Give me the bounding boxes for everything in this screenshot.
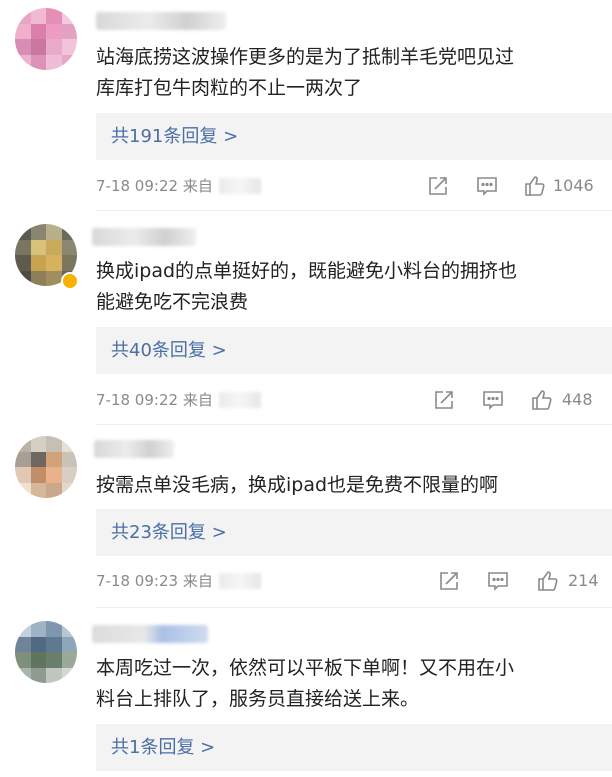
like-count: 1046 <box>553 176 594 195</box>
comment-text-line: 能避免吃不完浪费 <box>96 291 249 313</box>
timestamp: 7-18 09:22 来自 <box>96 391 213 409</box>
username-redacted[interactable] <box>92 625 208 643</box>
username-redacted[interactable] <box>96 12 226 30</box>
thumbs-up-icon[interactable] <box>530 388 554 412</box>
verified-badge-icon <box>61 272 79 290</box>
view-replies-link[interactable]: 共191条回复 > <box>96 113 612 160</box>
share-icon[interactable] <box>437 569 461 593</box>
share-icon[interactable] <box>426 174 450 198</box>
view-replies-link[interactable]: 共1条回复 > <box>96 724 612 771</box>
avatar[interactable] <box>15 8 77 70</box>
source-redacted <box>219 392 261 408</box>
like-count: 448 <box>562 390 593 409</box>
comment-text: 本周吃过一次，依然可以平板下单啊！又不用在小 料台上排队了，服务员直接给送上来。 <box>96 653 596 715</box>
comment-text-line: 按需点单没毛病，换成ipad也是免费不限量的啊 <box>96 474 499 496</box>
comment-text-line: 本周吃过一次，依然可以平板下单啊！又不用在小 <box>96 657 515 679</box>
comment-icon[interactable] <box>486 569 510 593</box>
share-icon[interactable] <box>432 388 456 412</box>
comment-text: 按需点单没毛病，换成ipad也是免费不限量的啊 <box>96 470 596 501</box>
comment-meta: 7-18 09:22 来自 1046 <box>96 174 612 198</box>
comment-item: 换成ipad的点单挺好的，既能避免小料台的拥挤也 能避免吃不完浪费 共40条回复… <box>0 212 612 426</box>
comment-item: 站海底捞这波操作更多的是为了抵制羊毛党吧见过 库库打包牛肉粒的不止一两次了 共1… <box>0 0 612 212</box>
avatar[interactable] <box>15 621 77 683</box>
view-replies-link[interactable]: 共40条回复 > <box>96 327 612 374</box>
comment-item: 按需点单没毛病，换成ipad也是免费不限量的啊 共23条回复 > 7-18 09… <box>0 426 612 609</box>
username-redacted[interactable] <box>94 440 174 458</box>
divider <box>96 210 612 211</box>
like-count: 214 <box>568 571 599 590</box>
comment-meta: 7-18 09:23 来自 214 <box>96 569 612 593</box>
source-redacted <box>219 573 261 589</box>
comment-icon[interactable] <box>481 388 505 412</box>
comment-text-line: 站海底捞这波操作更多的是为了抵制羊毛党吧见过 <box>96 46 515 68</box>
comment-text: 站海底捞这波操作更多的是为了抵制羊毛党吧见过 库库打包牛肉粒的不止一两次了 <box>96 42 596 104</box>
comment-text: 换成ipad的点单挺好的，既能避免小料台的拥挤也 能避免吃不完浪费 <box>96 256 596 318</box>
view-replies-link[interactable]: 共23条回复 > <box>96 509 612 556</box>
divider <box>96 607 612 608</box>
comment-text-line: 料台上排队了，服务员直接给送上来。 <box>96 688 420 710</box>
divider <box>96 424 612 425</box>
avatar[interactable] <box>15 436 77 498</box>
thumbs-up-icon[interactable] <box>523 174 547 198</box>
comment-text-line: 换成ipad的点单挺好的，既能避免小料台的拥挤也 <box>96 260 518 282</box>
username-redacted[interactable] <box>92 228 196 246</box>
timestamp: 7-18 09:22 来自 <box>96 177 213 195</box>
thumbs-up-icon[interactable] <box>536 569 560 593</box>
comment-icon[interactable] <box>475 174 499 198</box>
comment-text-line: 库库打包牛肉粒的不止一两次了 <box>96 77 363 99</box>
comment-meta: 7-18 09:22 来自 448 <box>96 388 612 412</box>
timestamp: 7-18 09:23 来自 <box>96 572 213 590</box>
comment-item: 本周吃过一次，依然可以平板下单啊！又不用在小 料台上排队了，服务员直接给送上来。… <box>0 609 612 777</box>
source-redacted <box>219 178 261 194</box>
